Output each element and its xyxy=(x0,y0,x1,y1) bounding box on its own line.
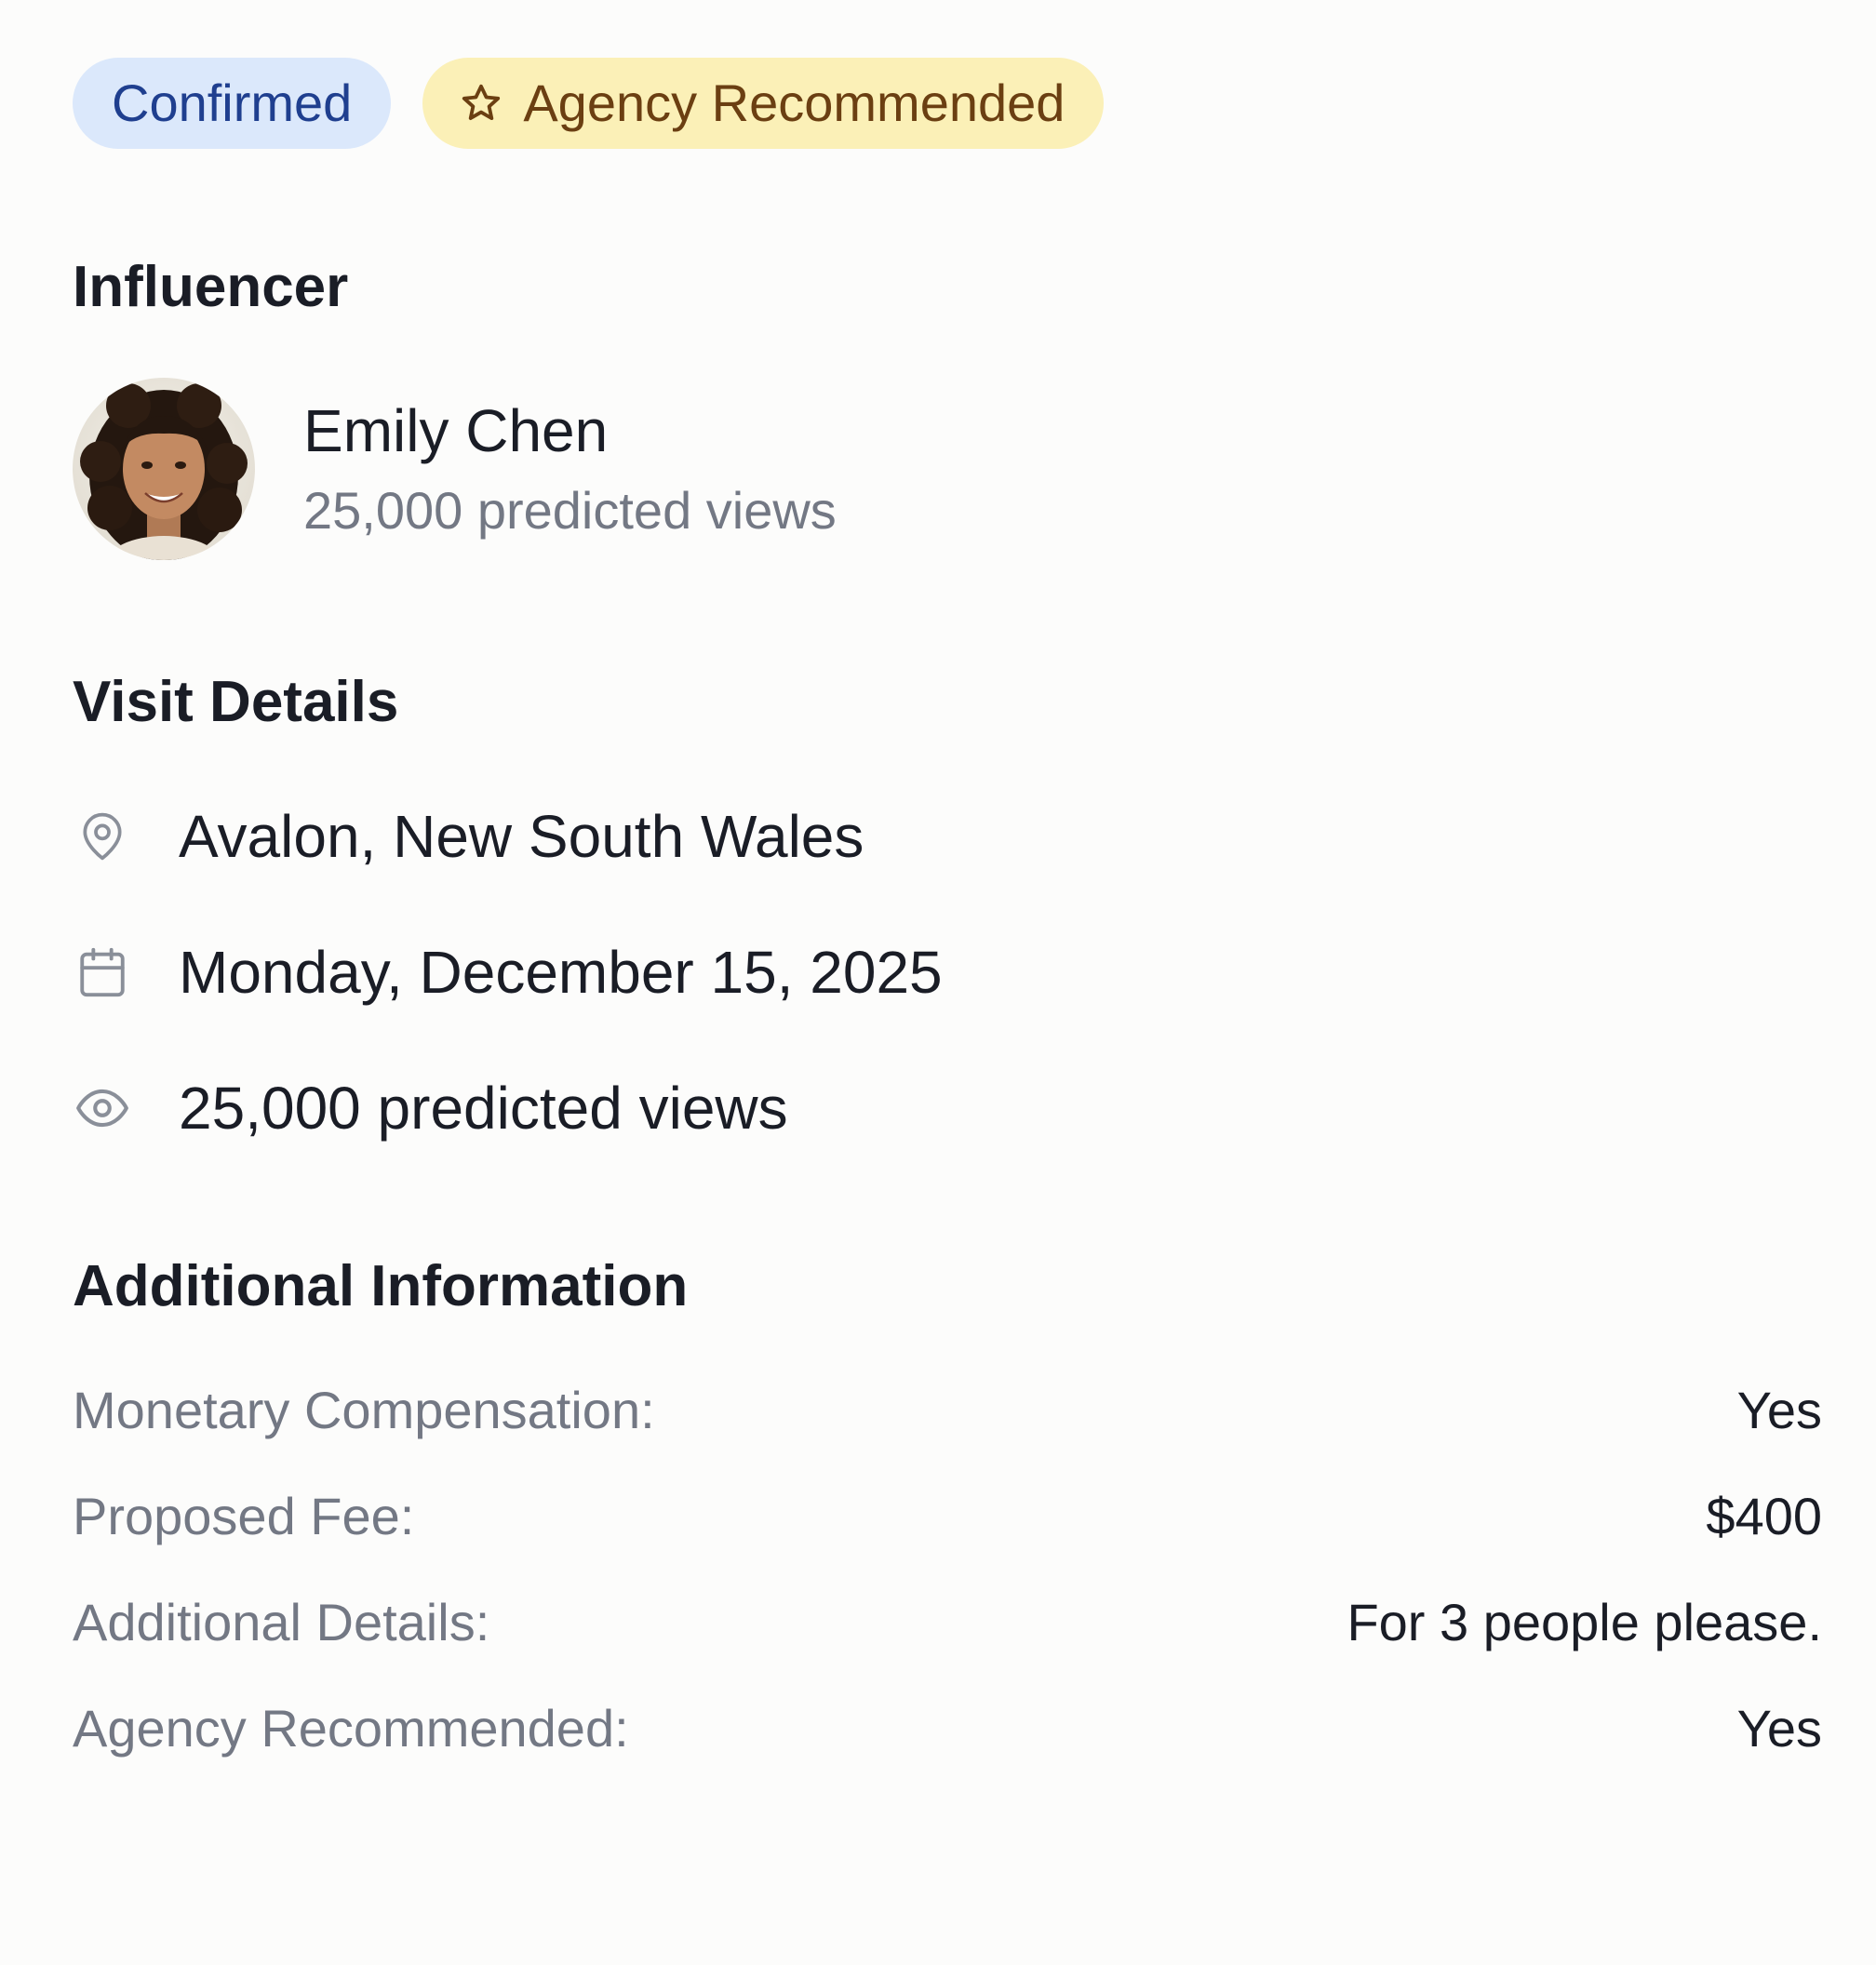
confirmed-status-badge: Confirmed xyxy=(73,58,392,149)
visit-views-row: 25,000 predicted views xyxy=(73,1076,1822,1141)
confirmed-badge-label: Confirmed xyxy=(112,74,353,132)
info-label: Additional Details: xyxy=(73,1593,490,1651)
agency-recommended-badge: Agency Recommended xyxy=(422,58,1105,149)
influencer-section-title: Influencer xyxy=(73,255,349,319)
additional-info-section-title: Additional Information xyxy=(73,1254,689,1318)
map-pin-icon xyxy=(73,807,132,866)
info-label: Proposed Fee: xyxy=(73,1487,415,1545)
visit-views-text: 25,000 predicted views xyxy=(179,1075,788,1142)
star-icon xyxy=(462,84,501,121)
info-row-monetary-compensation: Monetary Compensation: Yes xyxy=(73,1383,1822,1438)
additional-info-list: Monetary Compensation: Yes Proposed Fee:… xyxy=(73,1383,1822,1757)
info-row-proposed-fee: Proposed Fee: $400 xyxy=(73,1489,1822,1544)
influencer-info: Emily Chen 25,000 predicted views xyxy=(303,401,837,537)
influencer-predicted-views: 25,000 predicted views xyxy=(303,481,837,540)
info-value: Yes xyxy=(1736,1699,1822,1758)
influencer-card[interactable]: Emily Chen 25,000 predicted views xyxy=(73,378,1822,560)
info-label: Agency Recommended: xyxy=(73,1699,629,1758)
agency-badge-label: Agency Recommended xyxy=(523,74,1065,132)
status-badges: Confirmed Agency Recommended xyxy=(73,58,1822,149)
influencer-name[interactable]: Emily Chen xyxy=(303,401,837,461)
visit-location-text: Avalon, New South Wales xyxy=(179,803,864,870)
visit-date-text: Monday, December 15, 2025 xyxy=(179,939,943,1006)
info-row-additional-details: Additional Details: For 3 people please. xyxy=(73,1595,1822,1651)
visit-date-row: Monday, December 15, 2025 xyxy=(73,940,1822,1005)
avatar xyxy=(73,378,255,560)
visit-request-details: Confirmed Agency Recommended Influencer xyxy=(0,0,1876,1965)
info-row-agency-recommended: Agency Recommended: Yes xyxy=(73,1701,1822,1757)
visit-details-section-title: Visit Details xyxy=(73,670,399,734)
info-value: $400 xyxy=(1706,1487,1822,1545)
info-value: For 3 people please. xyxy=(1347,1593,1822,1651)
calendar-icon xyxy=(73,942,132,1002)
info-value: Yes xyxy=(1736,1381,1822,1439)
visit-location-row: Avalon, New South Wales xyxy=(73,804,1822,869)
eye-icon xyxy=(73,1078,132,1138)
info-label: Monetary Compensation: xyxy=(73,1381,655,1439)
